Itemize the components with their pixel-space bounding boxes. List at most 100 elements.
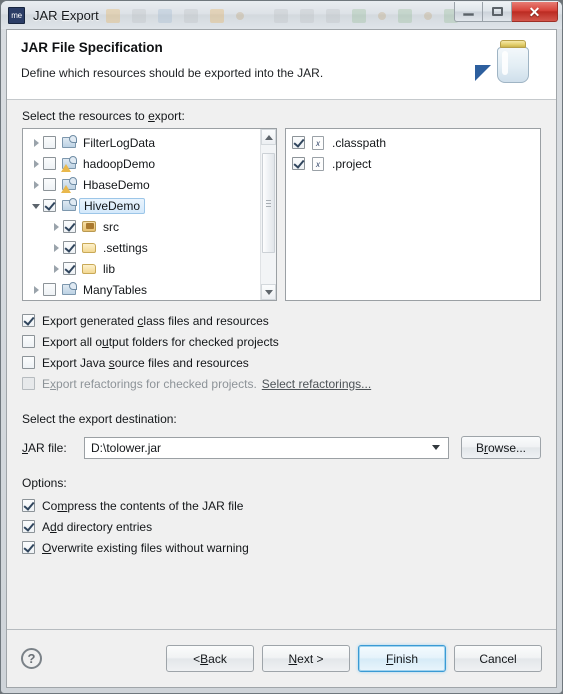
file-checkbox[interactable]: [292, 157, 305, 170]
project-tree-pane[interactable]: FilterLogData hadoopDemo HbaseDemo HiveD…: [22, 128, 277, 301]
tree-vertical-scrollbar[interactable]: [260, 129, 276, 300]
tree-item-filterlogdata[interactable]: FilterLogData: [23, 132, 260, 153]
chevron-right-icon[interactable]: [49, 264, 63, 273]
minimize-button[interactable]: [454, 2, 483, 22]
option-label: Export generated class files and resourc…: [42, 313, 269, 328]
tree-item-label: FilterLogData: [83, 135, 156, 150]
maximize-button[interactable]: [483, 2, 512, 22]
file-list[interactable]: x .classpath x .project: [286, 129, 540, 300]
window-controls: ✕: [454, 2, 558, 22]
tree-checkbox[interactable]: [43, 283, 56, 296]
chevron-down-icon[interactable]: [29, 202, 43, 209]
tree-checkbox[interactable]: [43, 157, 56, 170]
chevron-right-icon[interactable]: [29, 138, 43, 147]
java-project-icon: [61, 177, 78, 193]
scroll-up-button[interactable]: [261, 129, 276, 145]
tree-checkbox[interactable]: [63, 220, 76, 233]
jar-with-arrow-icon: [472, 32, 550, 98]
tree-checkbox[interactable]: [43, 136, 56, 149]
tree-checkbox[interactable]: [43, 178, 56, 191]
back-button[interactable]: < Back: [166, 645, 254, 672]
dialog-footer: ? < Back Next > Finish Cancel: [7, 629, 556, 687]
select-refactorings-link[interactable]: Select refactorings...: [262, 377, 371, 391]
finish-button[interactable]: Finish: [358, 645, 446, 672]
option-label: Export refactorings for checked projects…: [42, 376, 257, 391]
background-toolbar-ghost: [106, 5, 458, 27]
list-item-classpath[interactable]: x .classpath: [286, 132, 540, 153]
list-item-project[interactable]: x .project: [286, 153, 540, 174]
tree-item-src[interactable]: src: [23, 216, 260, 237]
option-export-class-files[interactable]: Export generated class files and resourc…: [22, 310, 541, 331]
list-item-label: .project: [332, 156, 372, 171]
resource-selection-panes: FilterLogData hadoopDemo HbaseDemo HiveD…: [22, 128, 541, 301]
source-folder-icon: [81, 219, 98, 234]
chevron-down-icon[interactable]: [432, 445, 440, 450]
option-checkbox[interactable]: [22, 356, 35, 369]
title-bar[interactable]: me JAR Export ✕: [1, 1, 562, 29]
options-label: Options:: [22, 476, 67, 490]
project-tree[interactable]: FilterLogData hadoopDemo HbaseDemo HiveD…: [23, 129, 260, 300]
option-checkbox[interactable]: [22, 499, 35, 512]
chevron-right-icon[interactable]: [29, 159, 43, 168]
jar-file-label: JAR file:: [22, 440, 67, 455]
scrollbar-thumb[interactable]: [262, 153, 275, 253]
jar-export-dialog: me JAR Export ✕ JAR File Specification D…: [0, 0, 563, 694]
option-overwrite-existing[interactable]: Overwrite existing files without warning: [22, 537, 541, 558]
window-title: JAR Export: [33, 7, 99, 23]
minimize-icon: [463, 13, 474, 16]
tree-item-hivedemo[interactable]: HiveDemo: [23, 195, 260, 216]
tree-item-label: hadoopDemo: [83, 156, 156, 171]
close-button[interactable]: ✕: [512, 2, 558, 22]
jar-file-combo[interactable]: D:\tolower.jar: [84, 436, 449, 459]
cancel-button[interactable]: Cancel: [454, 645, 542, 672]
file-list-pane[interactable]: x .classpath x .project: [285, 128, 541, 301]
jar-file-row: JAR file: D:\tolower.jar Br owse...: [22, 436, 541, 459]
java-project-icon: [61, 135, 78, 150]
jar-file-input[interactable]: D:\tolower.jar: [91, 441, 432, 455]
option-compress-contents[interactable]: Compress the contents of the JAR file: [22, 495, 541, 516]
tree-item-hadoopdemo[interactable]: hadoopDemo: [23, 153, 260, 174]
option-checkbox[interactable]: [22, 520, 35, 533]
folder-icon: [81, 240, 98, 255]
tree-item-label: HiveDemo: [79, 197, 146, 214]
footer-buttons: < Back Next > Finish Cancel: [166, 645, 542, 672]
option-label: Add directory entries: [42, 519, 153, 534]
tree-item-lib[interactable]: lib: [23, 258, 260, 279]
next-button[interactable]: Next >: [262, 645, 350, 672]
scroll-down-button[interactable]: [261, 284, 276, 300]
page-subtitle: Define which resources should be exporte…: [21, 66, 324, 80]
tree-checkbox[interactable]: [63, 241, 76, 254]
export-options-group: Export generated class files and resourc…: [22, 310, 541, 394]
help-icon[interactable]: ?: [21, 648, 42, 669]
tree-checkbox[interactable]: [43, 199, 56, 212]
list-item-label: .classpath: [332, 135, 387, 150]
close-icon: ✕: [528, 3, 541, 20]
tree-item-manytables[interactable]: ManyTables: [23, 279, 260, 300]
chevron-right-icon[interactable]: [29, 180, 43, 189]
tree-item-settings[interactable]: .settings: [23, 237, 260, 258]
option-checkbox[interactable]: [22, 377, 35, 390]
app-icon: me: [8, 6, 25, 24]
chevron-right-icon[interactable]: [29, 285, 43, 294]
tree-item-label: HbaseDemo: [83, 177, 150, 192]
option-checkbox[interactable]: [22, 335, 35, 348]
option-add-directory-entries[interactable]: Add directory entries: [22, 516, 541, 537]
tree-item-hbasedemo[interactable]: HbaseDemo: [23, 174, 260, 195]
tree-item-label: lib: [103, 261, 116, 276]
tree-checkbox[interactable]: [63, 262, 76, 275]
destination-section: Select the export destination: JAR file:…: [22, 412, 541, 459]
option-label: Overwrite existing files without warning: [42, 540, 249, 555]
chevron-right-icon[interactable]: [49, 243, 63, 252]
chevron-right-icon[interactable]: [49, 222, 63, 231]
option-export-java-source[interactable]: Export Java source files and resources: [22, 352, 541, 373]
tree-item-label: .settings: [103, 240, 148, 255]
option-checkbox[interactable]: [22, 541, 35, 554]
folder-icon: [81, 261, 98, 276]
options-section: Options: Compress the contents of the JA…: [22, 476, 541, 558]
option-export-output-folders[interactable]: Export all output folders for checked pr…: [22, 331, 541, 352]
browse-button[interactable]: Br owse...: [461, 436, 541, 459]
option-export-refactorings[interactable]: Export refactorings for checked projects…: [22, 373, 541, 394]
option-label: Export Java source files and resources: [42, 355, 249, 370]
file-checkbox[interactable]: [292, 136, 305, 149]
option-checkbox[interactable]: [22, 314, 35, 327]
